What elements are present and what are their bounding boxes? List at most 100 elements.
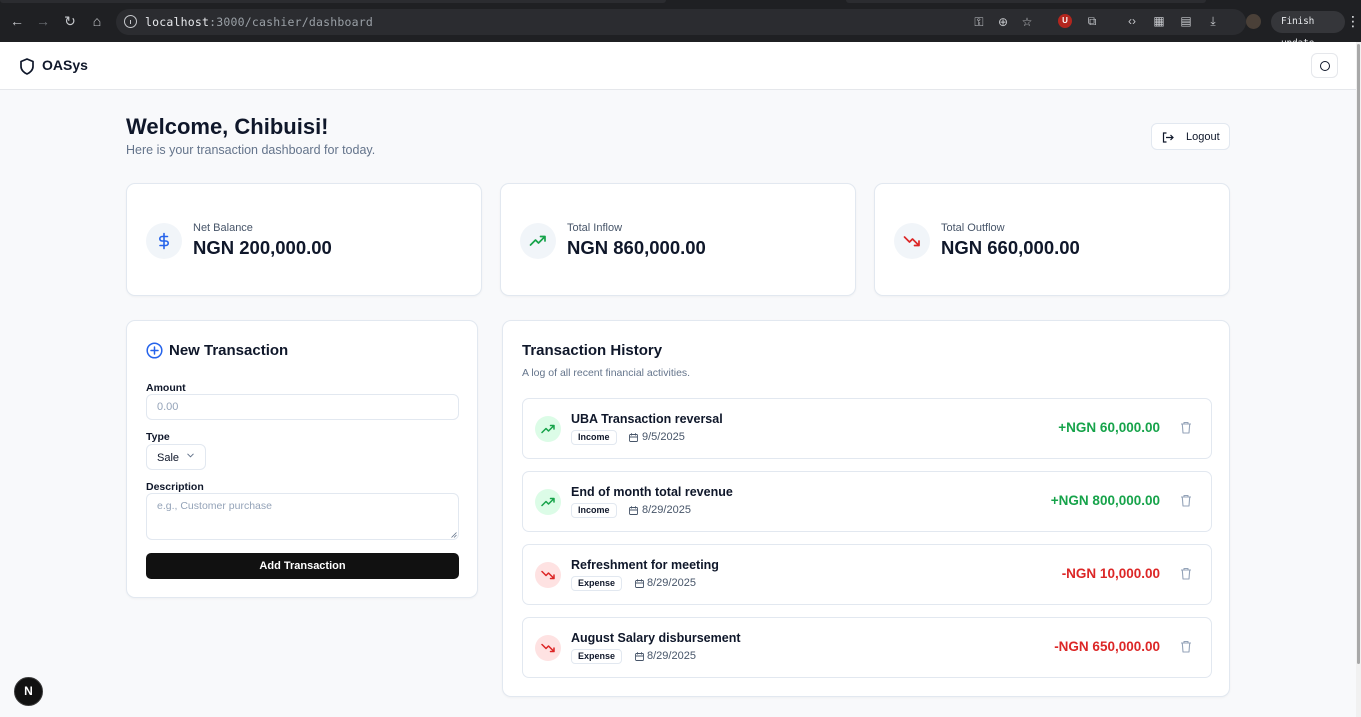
password-key-icon[interactable]: ⚿	[972, 15, 986, 29]
transaction-name: August Salary disbursement	[571, 631, 741, 645]
address-bar[interactable]: localhost:3000/cashier/dashboard ⚿ ⊕ ☆	[116, 9, 1246, 35]
transaction-amount: -NGN 650,000.00	[1054, 639, 1160, 654]
stat-label: Total Inflow	[567, 222, 623, 234]
transaction-type-badge: Income	[571, 503, 617, 518]
stat-icon-circle	[146, 223, 182, 259]
sun-icon	[1320, 61, 1330, 71]
logout-icon	[1162, 132, 1174, 143]
active-tab[interactable]	[0, 0, 666, 3]
type-select[interactable]: Sale	[146, 444, 206, 470]
type-select-value: Sale	[157, 452, 180, 464]
dollar-icon	[158, 232, 170, 250]
home-icon[interactable]: ⌂	[88, 12, 106, 30]
transaction-type-badge: Expense	[571, 649, 623, 664]
transaction-date: 8/29/2025	[647, 577, 696, 589]
calendar-icon	[629, 506, 638, 515]
calendar-icon	[635, 579, 644, 588]
shield-icon	[20, 58, 34, 75]
trending-up-icon	[529, 235, 546, 246]
expense-icon-circle	[535, 562, 561, 588]
stat-value: NGN 660,000.00	[941, 237, 1080, 258]
stat-label: Net Balance	[193, 222, 253, 234]
side-panel-icon[interactable]: ▤	[1179, 14, 1193, 28]
bookmark-star-icon[interactable]: ☆	[1020, 15, 1034, 29]
download-icon[interactable]: ⤓	[1206, 14, 1220, 28]
transaction-date: 8/29/2025	[647, 650, 696, 662]
trash-icon[interactable]	[1180, 494, 1192, 507]
scrollbar-thumb[interactable]	[1357, 44, 1360, 664]
stat-icon-circle	[520, 223, 556, 259]
type-label: Type	[146, 431, 170, 443]
theme-toggle-button[interactable]	[1311, 53, 1338, 78]
card-subtitle: A log of all recent financial activities…	[522, 367, 691, 379]
url-text: localhost:3000/cashier/dashboard	[145, 15, 373, 29]
devtools-code-icon[interactable]: ‹›	[1125, 14, 1139, 28]
transaction-type-badge: Expense	[571, 576, 623, 591]
trash-icon[interactable]	[1180, 640, 1192, 653]
transaction-date: 8/29/2025	[642, 504, 691, 516]
trending-down-icon	[541, 570, 555, 580]
page-title: Welcome, Chibuisi!	[126, 114, 329, 139]
resize-handle-icon[interactable]	[451, 532, 457, 538]
trending-up-icon	[541, 497, 555, 507]
amount-input[interactable]	[146, 394, 459, 420]
browser-menu-icon[interactable]: ⋮	[1346, 13, 1360, 29]
transaction-row[interactable]: August Salary disbursement Expense 8/29/…	[522, 617, 1212, 678]
nextjs-dev-badge[interactable]: N	[14, 677, 43, 706]
page-scrollbar[interactable]	[1356, 42, 1361, 717]
forward-icon[interactable]: →	[34, 12, 52, 30]
back-icon[interactable]: ←	[8, 12, 26, 30]
transaction-row[interactable]: Refreshment for meeting Expense 8/29/202…	[522, 544, 1212, 605]
logout-button[interactable]: Logout	[1151, 123, 1230, 150]
stat-card-net-balance: Net Balance NGN 200,000.00	[126, 183, 482, 296]
tab-strip	[0, 0, 1361, 4]
amount-label: Amount	[146, 382, 186, 394]
transaction-amount: -NGN 10,000.00	[1061, 566, 1160, 581]
transaction-name: End of month total revenue	[571, 485, 733, 499]
transaction-date: 9/5/2025	[642, 431, 685, 443]
trending-down-icon	[903, 236, 920, 247]
trash-icon[interactable]	[1180, 567, 1192, 580]
transaction-row[interactable]: UBA Transaction reversal Income 9/5/2025…	[522, 398, 1212, 459]
card-title: New Transaction	[169, 342, 289, 359]
transaction-row[interactable]: End of month total revenue Income 8/29/2…	[522, 471, 1212, 532]
trending-down-icon	[541, 643, 555, 653]
trash-icon[interactable]	[1180, 421, 1192, 434]
brand-name[interactable]: OASys	[42, 57, 88, 73]
stat-label: Total Outflow	[941, 222, 1005, 234]
transaction-name: Refreshment for meeting	[571, 558, 719, 572]
add-transaction-button[interactable]: Add Transaction	[146, 553, 459, 579]
page-subtitle: Here is your transaction dashboard for t…	[126, 143, 376, 157]
transaction-amount: +NGN 800,000.00	[1050, 493, 1160, 508]
site-info-icon[interactable]	[124, 15, 137, 28]
stat-value: NGN 200,000.00	[193, 237, 332, 258]
stat-icon-circle	[894, 223, 930, 259]
finish-update-button[interactable]: Finish update	[1271, 11, 1345, 49]
transaction-history-card: Transaction History A log of all recent …	[502, 320, 1230, 697]
calendar-icon	[635, 652, 644, 661]
browser-chrome: ← → ↻ ⌂ localhost:3000/cashier/dashboard…	[0, 0, 1361, 49]
layout-icon[interactable]: ▦	[1152, 14, 1166, 28]
extensions-puzzle-icon[interactable]: ⧉	[1085, 14, 1099, 28]
reload-icon[interactable]: ↻	[61, 12, 79, 30]
stat-card-total-inflow: Total Inflow NGN 860,000.00	[500, 183, 856, 296]
chevron-down-icon	[187, 453, 194, 458]
new-transaction-card: New Transaction Amount Type Sale Descrip…	[126, 320, 478, 598]
app-header: OASys	[0, 42, 1356, 90]
description-label: Description	[146, 481, 204, 493]
income-icon-circle	[535, 489, 561, 515]
ublock-extension-icon[interactable]: U	[1058, 14, 1072, 28]
browser-tab[interactable]	[846, 0, 1206, 3]
profile-avatar[interactable]	[1246, 14, 1261, 29]
plus-circle-icon	[146, 342, 163, 359]
zoom-icon[interactable]: ⊕	[996, 15, 1010, 29]
expense-icon-circle	[535, 635, 561, 661]
stat-value: NGN 860,000.00	[567, 237, 706, 258]
transaction-amount: +NGN 60,000.00	[1058, 420, 1160, 435]
transaction-name: UBA Transaction reversal	[571, 412, 723, 426]
calendar-icon	[629, 433, 638, 442]
description-input[interactable]	[146, 493, 459, 540]
card-title: Transaction History	[522, 342, 663, 359]
income-icon-circle	[535, 416, 561, 442]
stat-card-total-outflow: Total Outflow NGN 660,000.00	[874, 183, 1230, 296]
